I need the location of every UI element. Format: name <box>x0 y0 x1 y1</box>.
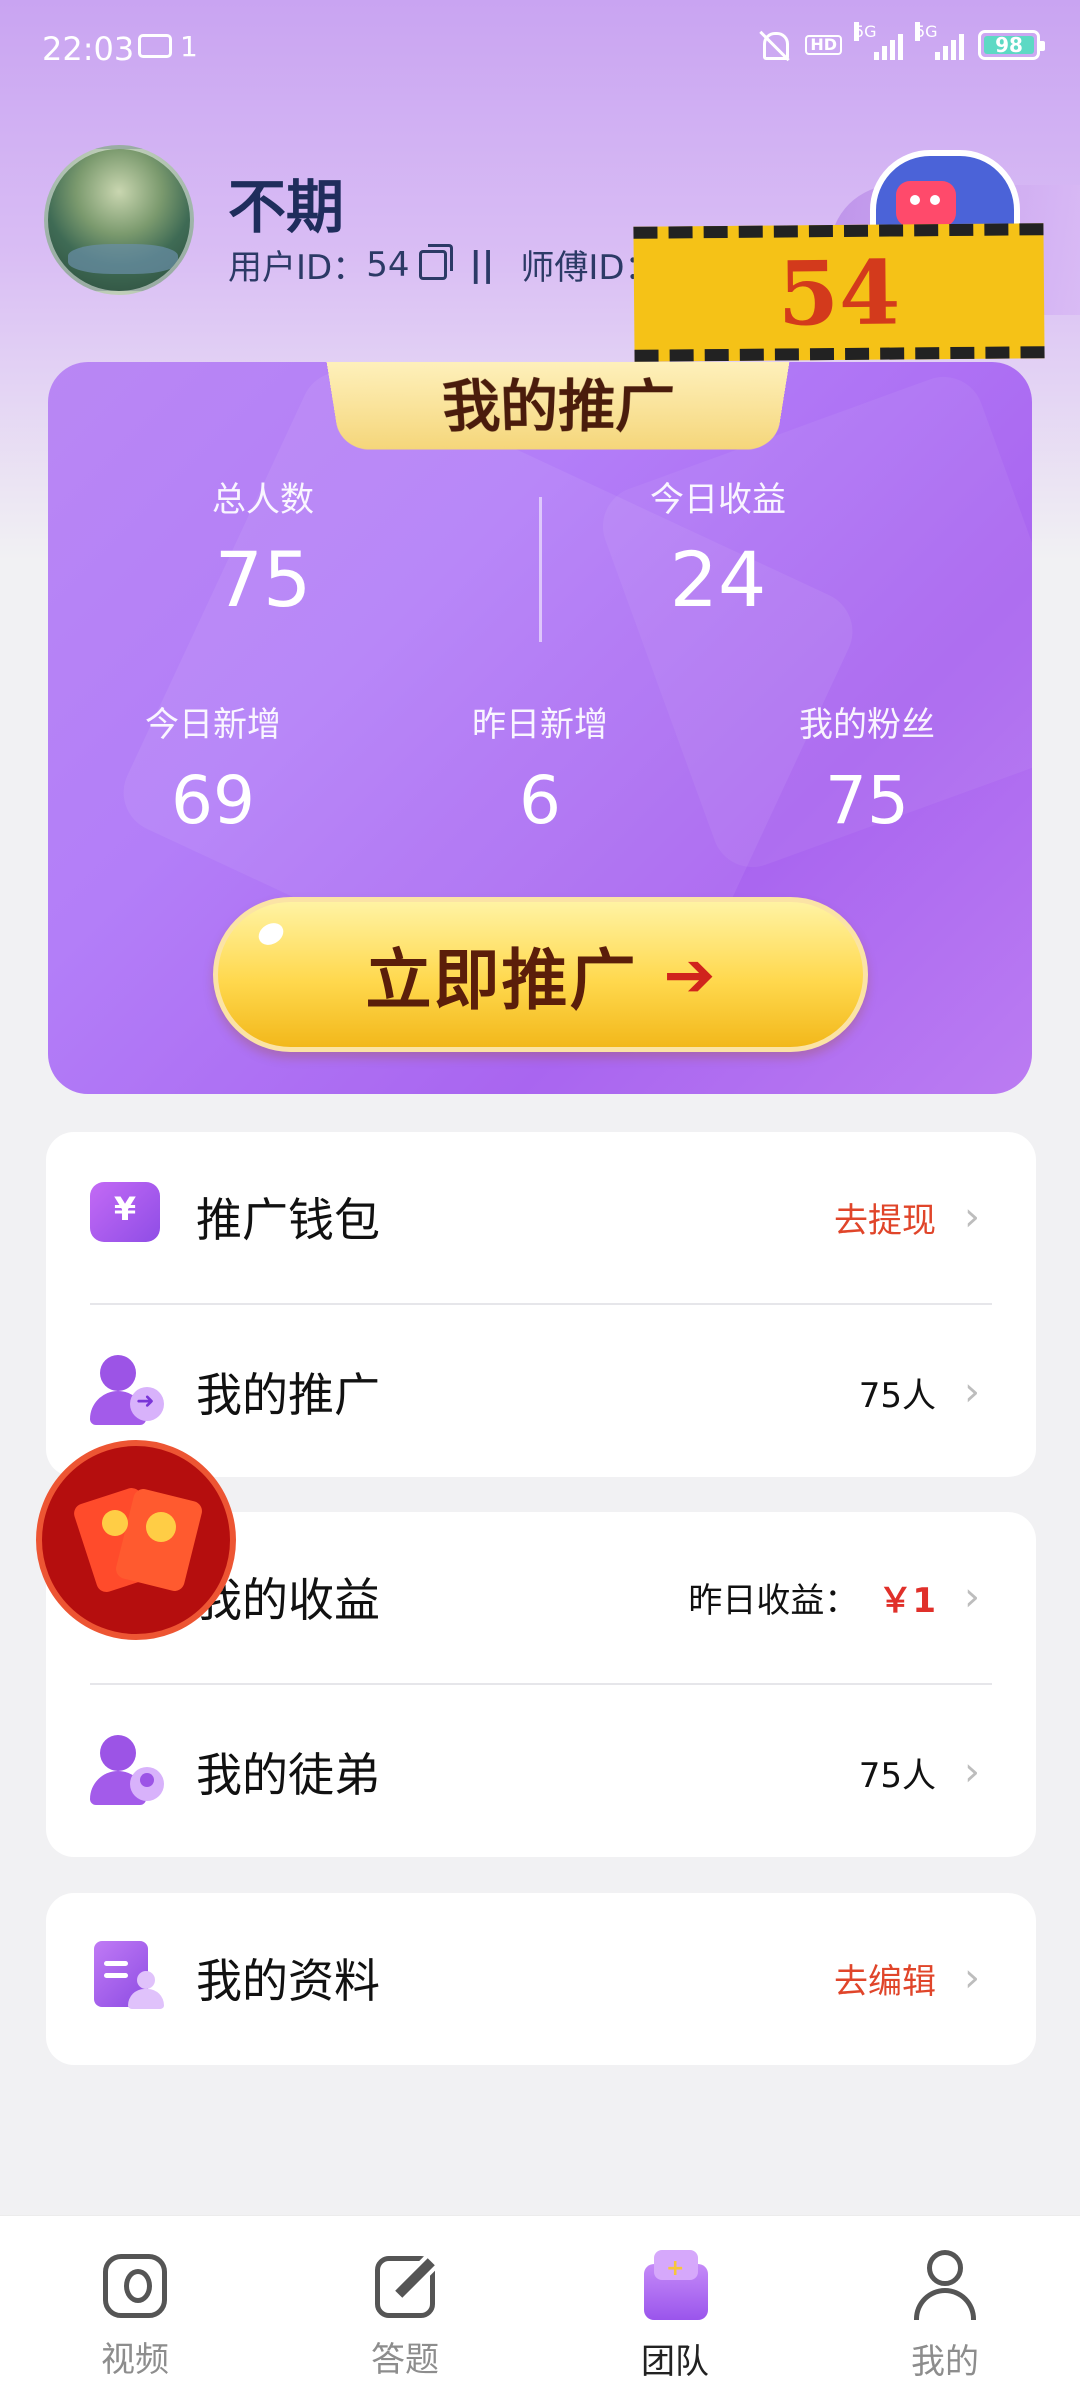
menu-item-apprentice-title: 我的徒弟 <box>196 1748 380 1802</box>
nav-tab-quiz[interactable]: 答题 <box>270 2216 540 2400</box>
battery-level: 98 <box>995 33 1023 57</box>
stat-fans-value: 75 <box>825 762 909 839</box>
menu-divider <box>90 1683 992 1685</box>
user-id-value: 54 <box>366 244 410 285</box>
stat-today-new-value: 69 <box>171 762 255 839</box>
promotion-title: 我的推广 <box>439 373 677 440</box>
copy-icon[interactable] <box>419 243 454 280</box>
yesterday-income: 昨日收益： ￥1 <box>688 1573 936 1622</box>
stat-today-income-value: 24 <box>669 535 767 624</box>
promotion-card: 我的推广 总人数 75 今日收益 24 今日新增 69 昨日新增 6 我的粉丝 … <box>48 362 1032 1094</box>
stat-yesterday-new-value: 6 <box>519 762 561 839</box>
profile-document-icon <box>90 1941 164 2011</box>
status-time: 22:03 <box>42 30 135 68</box>
status-bar: 22:03 1 HD 5G 5G 98 <box>0 0 1080 100</box>
notification-count: 1 <box>180 30 198 63</box>
menu-item-my-promotion-value: 75人 <box>858 1375 936 1416</box>
user-name: 不期 <box>228 173 345 241</box>
menu-divider <box>90 1303 992 1305</box>
apprentice-icon <box>90 1735 164 1805</box>
promote-now-label: 立即推广 <box>365 941 638 1019</box>
menu-item-wallet-title: 推广钱包 <box>196 1193 380 1247</box>
arrow-right-icon: ➔ <box>663 938 716 1011</box>
nav-tab-team-label: 团队 <box>641 2342 709 2382</box>
redaction-tape: 54 <box>633 223 1045 362</box>
nav-tab-video[interactable]: 视频 <box>0 2216 270 2400</box>
menu-item-my-promotion[interactable]: 我的推广 75人 › <box>46 1307 1036 1477</box>
menu-item-profile-title: 我的资料 <box>196 1954 380 2008</box>
stat-yesterday-new-label: 昨日新增 <box>472 705 608 745</box>
user-ids: 用户ID： 54 || 师傅ID： <box>228 240 659 289</box>
avatar[interactable] <box>44 145 194 295</box>
menu-item-profile[interactable]: 我的资料 去编辑 › <box>46 1893 1036 2063</box>
user-share-icon <box>90 1355 164 1425</box>
nav-tab-video-label: 视频 <box>101 2340 169 2380</box>
chevron-right-icon: › <box>964 1574 980 1620</box>
yesterday-income-label: 昨日收益： <box>688 1580 859 1621</box>
hd-icon: HD <box>805 35 842 55</box>
redaction-tape-text: 54 <box>777 239 901 346</box>
yesterday-income-value: ￥1 <box>878 1580 936 1621</box>
wallet-icon: ¥ <box>90 1182 160 1242</box>
bottom-nav: 视频 答题 + 团队 我的 <box>0 2215 1080 2400</box>
edit-quiz-icon <box>375 2256 435 2318</box>
status-icons: HD 5G 5G 98 <box>757 22 1045 62</box>
signal-icon: 5G <box>915 22 964 60</box>
edit-link[interactable]: 去编辑 <box>834 1954 936 2003</box>
person-icon <box>910 2250 980 2320</box>
menu-card-wallet-promotion: ¥ 推广钱包 去提现 › 我的推广 75人 › <box>46 1132 1036 1477</box>
signal-icon: 5G <box>854 22 903 60</box>
chevron-right-icon: › <box>964 1749 980 1795</box>
stat-total-label: 总人数 <box>212 480 314 520</box>
chevron-right-icon: › <box>964 1955 980 2001</box>
promote-now-button[interactable]: 立即推广 ➔ <box>213 897 868 1052</box>
battery-icon: 98 <box>978 30 1045 60</box>
message-icon <box>138 34 172 58</box>
bell-off-icon <box>757 28 791 62</box>
stat-total-value: 75 <box>214 535 312 624</box>
robot-face-icon <box>896 181 956 227</box>
stat-yesterday-new: 昨日新增 6 <box>375 697 705 839</box>
id-separator: || <box>469 244 495 285</box>
promotion-tab-header: 我的推广 <box>324 362 792 450</box>
team-box-icon: + <box>640 2250 710 2320</box>
menu-card-profile: 我的资料 去编辑 › <box>46 1893 1036 2065</box>
stat-total: 总人数 75 <box>163 472 363 624</box>
stat-fans-label: 我的粉丝 <box>799 705 935 745</box>
user-id-label: 用户ID： <box>228 248 367 288</box>
stat-divider <box>539 497 542 642</box>
nav-tab-quiz-label: 答题 <box>371 2340 439 2380</box>
chevron-right-icon: › <box>964 1369 980 1415</box>
withdraw-link[interactable]: 去提现 <box>834 1193 936 1242</box>
nav-tab-team[interactable]: + 团队 <box>540 2216 810 2400</box>
menu-item-apprentice[interactable]: 我的徒弟 75人 › <box>46 1687 1036 1857</box>
menu-item-apprentice-value: 75人 <box>858 1755 936 1796</box>
stat-fans: 我的粉丝 75 <box>702 697 1032 839</box>
menu-item-wallet[interactable]: ¥ 推广钱包 去提现 › <box>46 1132 1036 1302</box>
menu-item-my-promotion-title: 我的推广 <box>196 1368 380 1422</box>
nav-tab-me-label: 我的 <box>911 2342 979 2382</box>
nav-tab-me[interactable]: 我的 <box>810 2216 1080 2400</box>
stat-today-income-label: 今日收益 <box>650 480 786 520</box>
stat-today-new: 今日新增 69 <box>48 697 378 839</box>
chevron-right-icon: › <box>964 1194 980 1240</box>
stat-today-income: 今日收益 24 <box>608 472 828 624</box>
stat-today-new-label: 今日新增 <box>145 705 281 745</box>
red-packet-float-button[interactable] <box>36 1440 236 1640</box>
play-video-icon <box>103 2254 167 2318</box>
